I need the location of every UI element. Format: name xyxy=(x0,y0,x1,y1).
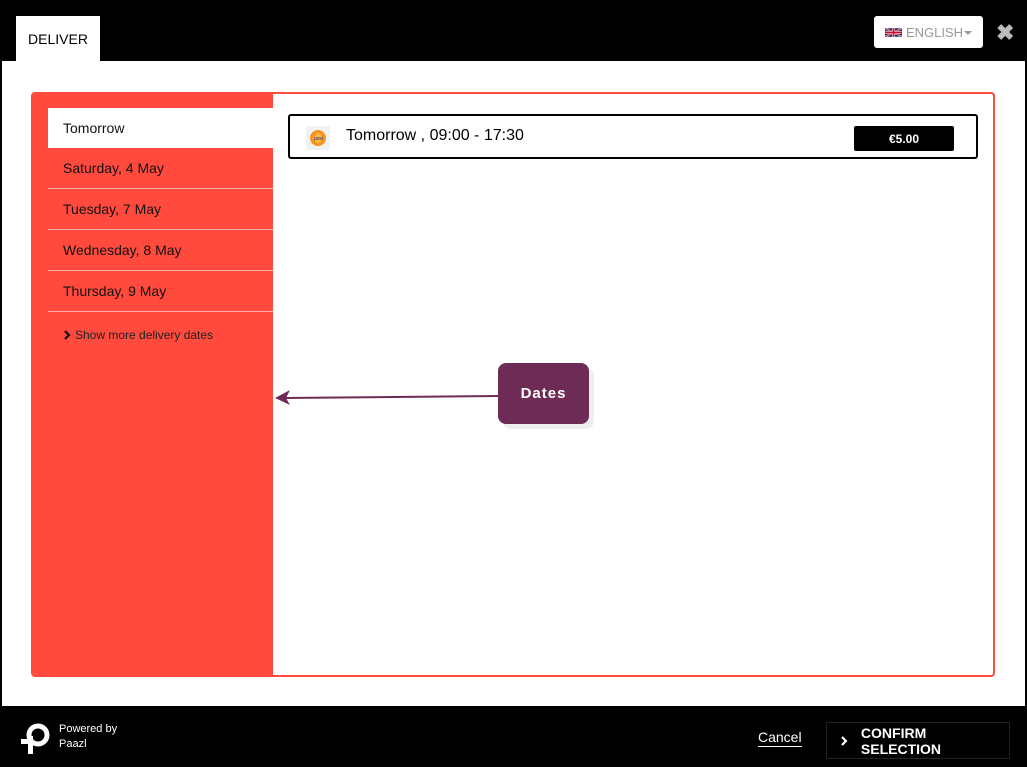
chevron-right-icon xyxy=(64,330,71,340)
chevron-right-icon xyxy=(841,735,848,746)
header-bar: DELIVER ENGLISH ✖ xyxy=(0,0,1027,61)
postnl-logo-icon: post xyxy=(306,126,330,150)
confirm-selection-button[interactable]: CONFIRM SELECTION xyxy=(826,722,1010,759)
date-list: Tomorrow Saturday, 4 May Tuesday, 7 May … xyxy=(48,108,273,312)
date-item-wednesday[interactable]: Wednesday, 8 May xyxy=(48,230,273,271)
footer-bar: Powered by Paazl Cancel CONFIRM SELECTIO… xyxy=(0,706,1027,767)
dates-annotation-label: Dates xyxy=(498,363,589,424)
price-badge: €5.00 xyxy=(854,126,954,151)
date-item-tuesday[interactable]: Tuesday, 7 May xyxy=(48,189,273,230)
show-more-dates-link[interactable]: Show more delivery dates xyxy=(62,328,213,342)
close-icon[interactable]: ✖ xyxy=(996,22,1014,44)
powered-by-text: Powered by Paazl xyxy=(59,722,117,752)
tab-deliver[interactable]: DELIVER xyxy=(16,16,100,61)
language-selector[interactable]: ENGLISH xyxy=(874,16,983,48)
uk-flag-icon xyxy=(885,26,902,38)
paazl-brand: Paazl xyxy=(59,738,87,750)
delivery-option-label: Tomorrow , 09:00 - 17:30 xyxy=(346,127,524,144)
paazl-logo-icon xyxy=(21,723,50,754)
delivery-option[interactable]: post Tomorrow , 09:00 - 17:30 €5.00 xyxy=(288,114,978,159)
confirm-label: CONFIRM SELECTION xyxy=(860,724,942,757)
date-sidebar: Tomorrow Saturday, 4 May Tuesday, 7 May … xyxy=(33,94,273,675)
svg-text:post: post xyxy=(314,136,324,142)
date-item-thursday[interactable]: Thursday, 9 May xyxy=(48,271,273,312)
chevron-down-icon xyxy=(964,31,973,35)
language-label: ENGLISH xyxy=(906,24,964,40)
date-item-tomorrow[interactable]: Tomorrow xyxy=(48,108,273,148)
cancel-button[interactable]: Cancel xyxy=(758,729,802,747)
show-more-label: Show more delivery dates xyxy=(75,328,214,342)
date-item-saturday[interactable]: Saturday, 4 May xyxy=(48,148,273,189)
powered-by-line: Powered by xyxy=(59,723,118,735)
